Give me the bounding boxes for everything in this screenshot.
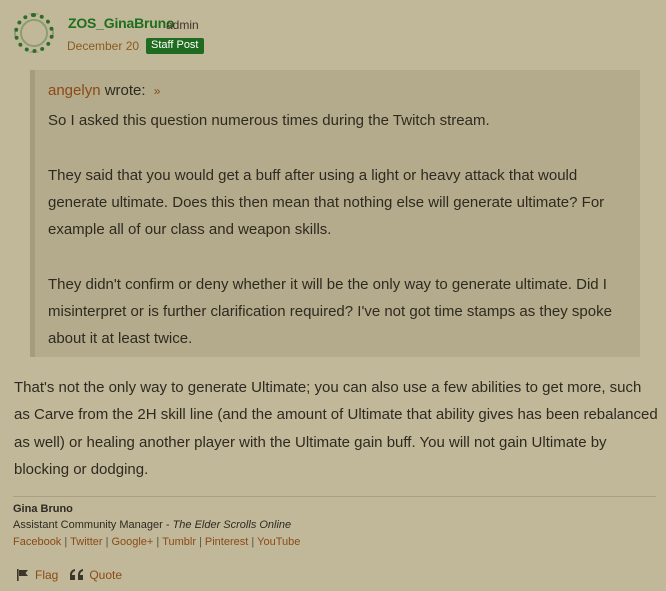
link-separator: | xyxy=(156,536,160,548)
quote-wrote-label: wrote: xyxy=(104,82,146,99)
flag-label: Flag xyxy=(35,568,59,582)
quote-header: angelyn wrote: » xyxy=(48,82,160,99)
flag-button[interactable]: Flag xyxy=(16,568,58,582)
quote-author-link[interactable]: angelyn xyxy=(48,82,101,99)
quote-paragraph: They didn't confirm or deny whether it w… xyxy=(48,275,612,348)
signature-name: Gina Bruno xyxy=(13,503,73,515)
link-separator: | xyxy=(105,536,109,548)
quote-paragraph: They said that you would get a buff afte… xyxy=(48,166,605,239)
signature-title: Assistant Community Manager - The Elder … xyxy=(13,519,291,531)
post-role: admin xyxy=(166,18,199,32)
quote-icon xyxy=(70,569,84,580)
post-actions: Flag Quote xyxy=(16,568,134,582)
link-separator: | xyxy=(64,536,68,548)
post-username[interactable]: ZOS_GinaBruno xyxy=(68,15,174,31)
quote-label: Quote xyxy=(89,568,123,582)
signature-divider xyxy=(13,496,656,497)
avatar[interactable] xyxy=(14,13,54,53)
quote-block: angelyn wrote: » So I asked this questio… xyxy=(30,70,640,357)
link-separator: | xyxy=(199,536,202,548)
post-date[interactable]: December 20 xyxy=(67,39,139,53)
google-plus-link[interactable]: Google+ xyxy=(111,536,153,548)
quote-jump-link[interactable]: » xyxy=(154,84,161,98)
quote-paragraph: So I asked this question numerous times … xyxy=(48,112,490,129)
signature-game: The Elder Scrolls Online xyxy=(172,519,292,531)
signature-links: Facebook | Twitter | Google+ | Tumblr | Pinteres… xyxy=(13,536,300,548)
staff-post-badge: Staff Post xyxy=(146,38,204,54)
pinterest-link[interactable]: Pinterest xyxy=(205,536,248,548)
signature-title-text: Assistant Community Manager - xyxy=(13,519,173,531)
youtube-link[interactable]: YouTube xyxy=(257,536,300,548)
quote-body: So I asked this question numerous times … xyxy=(48,107,638,380)
flag-icon xyxy=(17,569,28,581)
reply-body: That's not the only way to generate Ulti… xyxy=(14,379,658,478)
quote-button[interactable]: Quote xyxy=(70,568,122,582)
facebook-link[interactable]: Facebook xyxy=(13,536,61,548)
link-separator: | xyxy=(251,536,255,548)
twitter-link[interactable]: Twitter xyxy=(70,536,102,548)
tumblr-link[interactable]: Tumblr xyxy=(162,536,196,548)
